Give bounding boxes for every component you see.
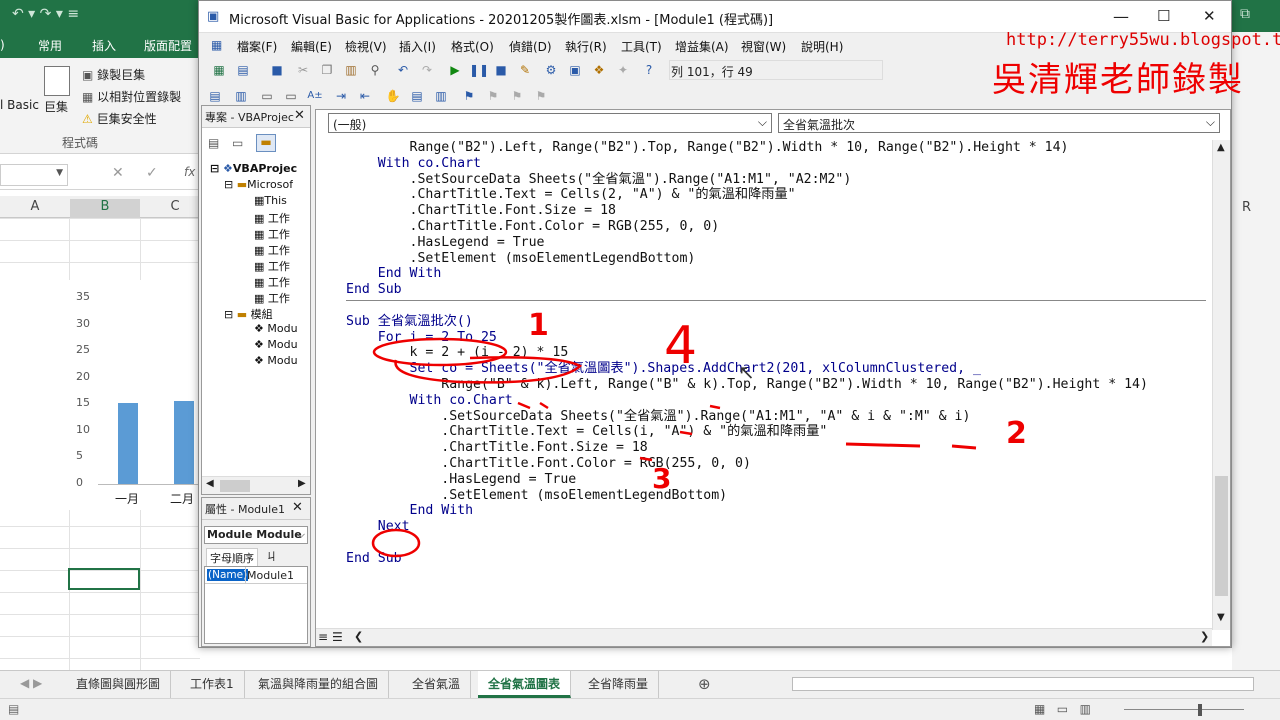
annotation-number: 3	[652, 462, 672, 495]
annotation-underline	[517, 401, 721, 410]
annotation-layer	[371, 337, 977, 558]
annotation-underline	[639, 430, 693, 462]
annotation-circle	[372, 337, 508, 367]
annotation-number: 1	[528, 308, 549, 343]
annotation-number: 4	[664, 316, 698, 376]
mouse-cursor-icon: ↖	[738, 360, 755, 384]
annotation-number: 2	[1006, 416, 1027, 451]
annotation-circle	[371, 528, 421, 558]
annotation-underline	[845, 442, 977, 450]
